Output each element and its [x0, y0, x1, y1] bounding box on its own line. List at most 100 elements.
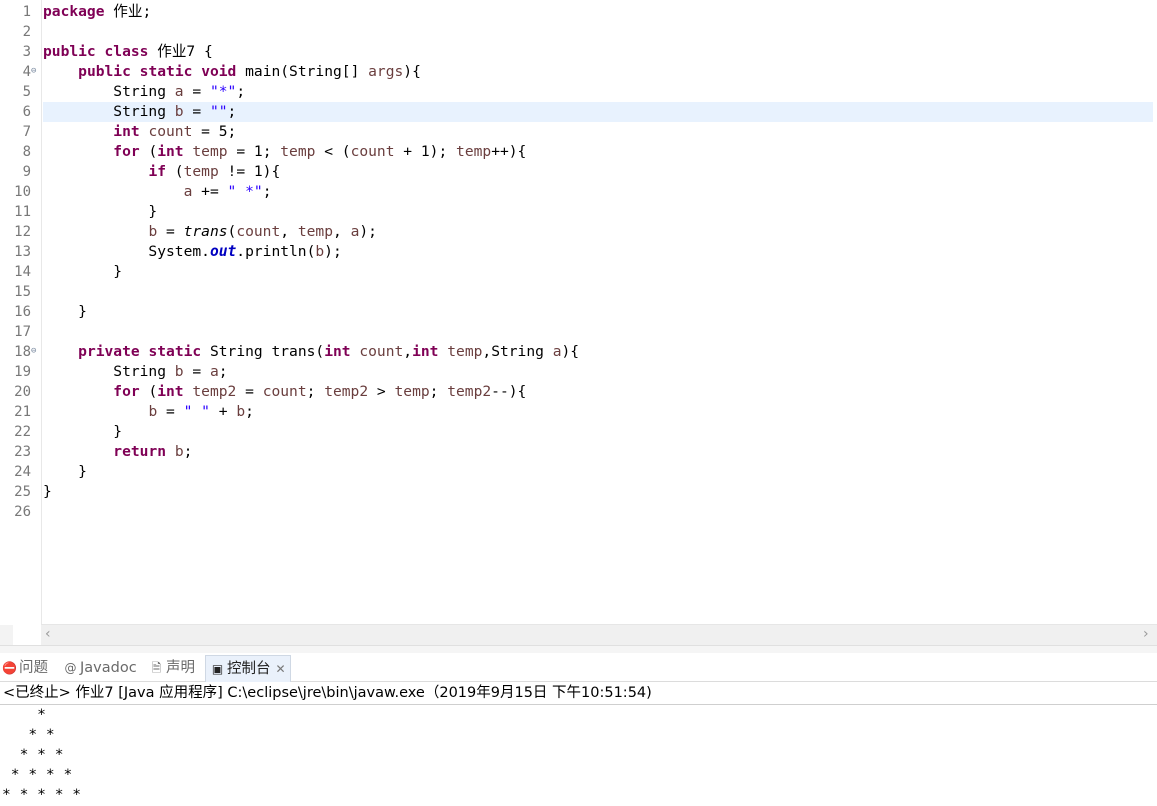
code-line[interactable]: String b = a;: [43, 362, 1153, 382]
code-token: b: [174, 103, 184, 120]
code-line[interactable]: [43, 502, 1153, 522]
code-token: =: [183, 103, 210, 120]
code-line[interactable]: for (int temp2 = count; temp2 > temp; te…: [43, 382, 1153, 402]
code-line[interactable]: }: [43, 202, 1153, 222]
line-number: 3: [22, 44, 31, 60]
code-line[interactable]: }: [43, 302, 1153, 322]
code-token: args: [368, 63, 404, 80]
console-icon: ▣: [211, 662, 224, 676]
code-editor[interactable]: 1 2 3 4 5 6 7 8 9 10 11 12 13 14 15 16 17 18 19 20 21 22 23 24 2…: [0, 0, 1157, 645]
code-line[interactable]: String b = "";: [43, 102, 1153, 122]
code-token: String: [43, 363, 175, 380]
code-token: count: [350, 143, 395, 160]
line-number: 18: [14, 344, 31, 360]
code-token: public: [43, 43, 96, 60]
code-token: int: [157, 143, 184, 160]
code-line[interactable]: private static String trans(int count,in…: [43, 342, 1153, 362]
code-line[interactable]: System.out.println(b);: [43, 242, 1153, 262]
code-line[interactable]: }: [43, 422, 1153, 442]
code-token: );: [324, 243, 342, 260]
code-token: int: [113, 123, 140, 140]
code-line[interactable]: int count = 5;: [43, 122, 1153, 142]
code-line[interactable]: public class 作业7 {: [43, 42, 1153, 62]
line-number: 23: [14, 444, 31, 460]
code-token: temp: [447, 343, 483, 360]
code-line[interactable]: public static void main(String[] args){: [43, 62, 1153, 82]
code-line[interactable]: a += " *";: [43, 182, 1153, 202]
code-token: =: [183, 363, 210, 380]
code-token: }: [43, 423, 123, 440]
code-line[interactable]: b = " " + b;: [43, 402, 1153, 422]
scroll-left-arrow-icon[interactable]: ‹: [45, 626, 51, 642]
line-number: 26: [14, 504, 31, 520]
code-line[interactable]: }: [43, 482, 1153, 502]
code-token: ;: [429, 383, 448, 400]
code-token: a: [552, 343, 562, 360]
code-token: temp: [192, 143, 228, 160]
console-output-line: * * * * *: [2, 786, 82, 803]
code-line[interactable]: b = trans(count, temp, a);: [43, 222, 1153, 242]
code-token: temp: [280, 143, 316, 160]
code-token: temp2: [192, 383, 237, 400]
horizontal-scrollbar[interactable]: ‹ ›: [41, 624, 1157, 645]
code-line[interactable]: for (int temp = 1; temp < (count + 1); t…: [43, 142, 1153, 162]
code-line[interactable]: }: [43, 462, 1153, 482]
code-token: temp: [394, 383, 430, 400]
code-token: = 1;: [227, 143, 281, 160]
code-line[interactable]: package 作业;: [43, 2, 1153, 22]
scroll-right-arrow-icon[interactable]: ›: [1143, 626, 1149, 642]
code-line[interactable]: [43, 22, 1153, 42]
code-token: return: [113, 443, 167, 460]
line-number: 9: [22, 164, 31, 180]
code-token: public: [78, 63, 131, 80]
code-line[interactable]: String a = "*";: [43, 82, 1153, 102]
line-number: 6: [22, 104, 31, 120]
code-token: }: [43, 203, 158, 220]
code-token: b: [148, 403, 158, 420]
code-token: b: [174, 443, 184, 460]
line-number: 1: [22, 4, 31, 20]
code-token: int: [324, 343, 351, 360]
code-token: "": [209, 103, 228, 120]
tab-label: 问题: [19, 660, 48, 676]
code-line[interactable]: [43, 322, 1153, 342]
code-line[interactable]: [43, 282, 1153, 302]
tab-declaration[interactable]: 🗎 声明: [149, 655, 195, 681]
at-icon: @: [64, 661, 77, 675]
code-token: .println(: [236, 243, 316, 260]
close-tab-icon[interactable]: ✕: [276, 662, 286, 676]
code-token: ++){: [491, 143, 527, 160]
fold-collapse-icon[interactable]: ⊖: [31, 67, 40, 76]
line-number: 8: [22, 144, 31, 160]
tab-javadoc[interactable]: @ Javadoc: [63, 655, 137, 681]
tab-problems[interactable]: ⛔ 问题: [2, 655, 48, 681]
console-status-header: <已终止> 作业7 [Java 应用程序] C:\eclipse\jre\bin…: [3, 685, 652, 701]
code-token: +: [209, 403, 237, 420]
code-line[interactable]: return b;: [43, 442, 1153, 462]
code-token: "*": [209, 83, 237, 100]
code-token: class: [104, 43, 149, 60]
code-token: private: [78, 343, 140, 360]
code-token: =: [157, 403, 184, 420]
code-token: (: [166, 163, 184, 180]
code-token: for: [113, 143, 140, 160]
code-token: package: [43, 3, 105, 20]
code-token: + 1);: [394, 143, 457, 160]
tab-label: 控制台: [227, 661, 271, 677]
tab-console[interactable]: ▣ 控制台 ✕: [205, 655, 291, 682]
code-token: void: [201, 63, 237, 80]
code-line[interactable]: }: [43, 262, 1153, 282]
fold-collapse-icon[interactable]: ⊖: [31, 347, 40, 356]
line-number: 25: [14, 484, 31, 500]
code-token: (: [227, 223, 237, 240]
code-line[interactable]: if (temp != 1){: [43, 162, 1153, 182]
line-number: 19: [14, 364, 31, 380]
line-number: 12: [14, 224, 31, 240]
code-token: ,String: [482, 343, 553, 360]
